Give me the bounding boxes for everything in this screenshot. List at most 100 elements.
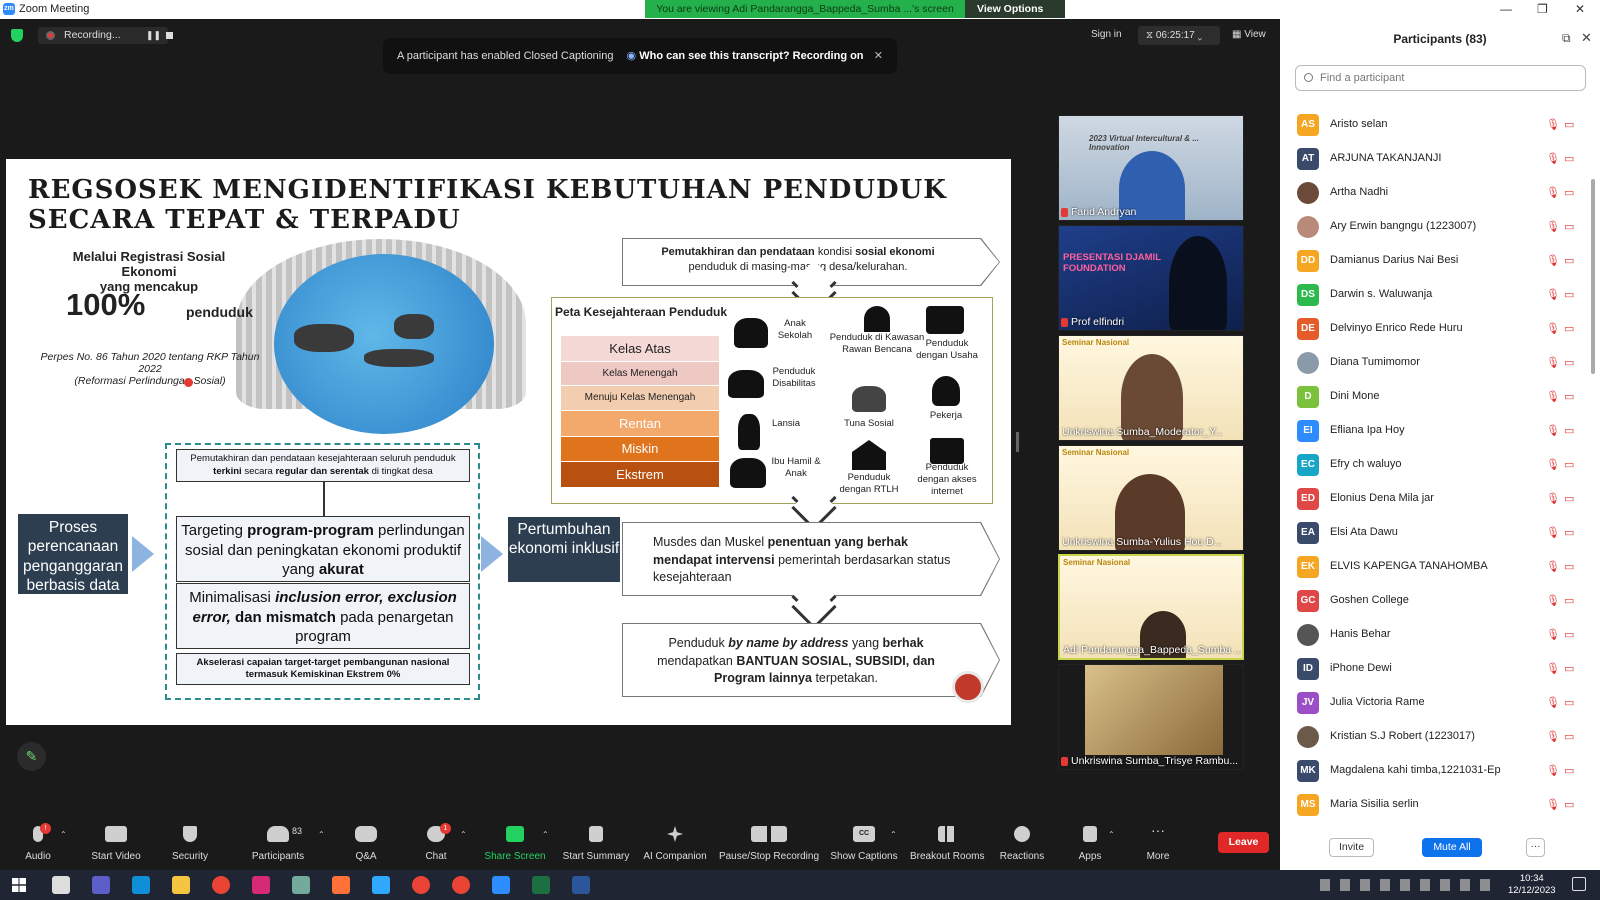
video-off-icon[interactable]: ▭ (1564, 764, 1578, 777)
taskbar-app-icon[interactable] (492, 876, 510, 894)
muted-mic-icon[interactable]: 🎙︎ (1546, 390, 1560, 403)
audio-options-caret[interactable]: ⌃ (58, 817, 70, 870)
muted-mic-icon[interactable]: 🎙︎ (1546, 424, 1560, 437)
security-shield-icon[interactable] (11, 29, 23, 42)
video-off-icon[interactable]: ▭ (1564, 254, 1578, 267)
video-off-icon[interactable]: ▭ (1564, 186, 1578, 199)
taskbar-app-icon[interactable] (372, 876, 390, 894)
participant-row[interactable]: MK Magdalena kahi timba,1221031-Ep 🎙︎ ▭ (1280, 754, 1590, 788)
more-button[interactable]: ··· More (1138, 817, 1178, 870)
participant-row[interactable]: D Dini Mone 🎙︎ ▭ (1280, 380, 1590, 414)
muted-mic-icon[interactable]: 🎙︎ (1546, 356, 1560, 369)
participant-row[interactable]: Artha Nadhi 🎙︎ ▭ (1280, 176, 1590, 210)
taskbar-app-icon[interactable] (332, 876, 350, 894)
view-options-button[interactable]: View Options ⌄ (965, 0, 1065, 33)
sign-in-link[interactable]: Sign in (1091, 29, 1122, 40)
video-off-icon[interactable]: ▭ (1564, 798, 1578, 811)
taskbar-app-icon[interactable] (572, 876, 590, 894)
video-off-icon[interactable]: ▭ (1564, 594, 1578, 607)
muted-mic-icon[interactable]: 🎙︎ (1546, 798, 1560, 811)
popout-icon[interactable]: ⧉ (1562, 31, 1571, 46)
video-tile[interactable]: PRESENTASI DJAMIL FOUNDATION Prof elfind… (1058, 225, 1244, 331)
video-off-icon[interactable]: ▭ (1564, 628, 1578, 641)
muted-mic-icon[interactable]: 🎙︎ (1546, 458, 1560, 471)
mute-all-button[interactable]: Mute All (1422, 838, 1482, 857)
video-off-icon[interactable]: ▭ (1564, 696, 1578, 709)
taskbar-app-icon[interactable] (172, 876, 190, 894)
breakout-rooms-button[interactable]: Breakout Rooms (910, 817, 984, 870)
taskbar-app-icon[interactable] (212, 876, 230, 894)
muted-mic-icon[interactable]: 🎙︎ (1546, 560, 1560, 573)
participant-row[interactable]: EA Elsi Ata Dawu 🎙︎ ▭ (1280, 516, 1590, 550)
muted-mic-icon[interactable]: 🎙︎ (1546, 662, 1560, 675)
video-tile[interactable]: Unkriswina Sumba_Trisye Rambu... (1058, 664, 1244, 770)
ai-companion-button[interactable]: AI Companion (640, 817, 710, 870)
muted-mic-icon[interactable]: 🎙︎ (1546, 220, 1560, 233)
video-off-icon[interactable]: ▭ (1564, 560, 1578, 573)
stop-recording-icon[interactable] (166, 32, 173, 39)
pause-stop-recording-button[interactable]: Pause/Stop Recording (718, 817, 820, 870)
participant-row[interactable]: EK ELVIS KAPENGA TANAHOMBA 🎙︎ ▭ (1280, 550, 1590, 584)
participant-row[interactable]: Diana Tumimomor 🎙︎ ▭ (1280, 346, 1590, 380)
muted-mic-icon[interactable]: 🎙︎ (1546, 526, 1560, 539)
qa-button[interactable]: Q&A (344, 817, 388, 870)
participant-row[interactable]: AT ARJUNA TAKANJANJI 🎙︎ ▭ (1280, 142, 1590, 176)
participant-row[interactable]: JV Julia Victoria Rame 🎙︎ ▭ (1280, 686, 1590, 720)
chat-options-caret[interactable]: ⌃ (458, 817, 470, 870)
participant-row[interactable]: EC Efry ch waluyo 🎙︎ ▭ (1280, 448, 1590, 482)
muted-mic-icon[interactable]: 🎙︎ (1546, 254, 1560, 267)
video-off-icon[interactable]: ▭ (1564, 322, 1578, 335)
captions-options-caret[interactable]: ⌃ (888, 817, 900, 870)
search-input[interactable]: Find a participant (1295, 65, 1586, 91)
scrollbar[interactable] (1591, 179, 1595, 374)
leave-button[interactable]: Leave (1218, 832, 1269, 853)
video-off-icon[interactable]: ▭ (1564, 220, 1578, 233)
video-tile[interactable]: 2023 Virtual Intercultural & ... Innovat… (1058, 115, 1244, 221)
close-icon[interactable]: ✕ (874, 38, 883, 74)
participant-row[interactable]: ID iPhone Dewi 🎙︎ ▭ (1280, 652, 1590, 686)
participant-row[interactable]: DD Damianus Darius Nai Besi 🎙︎ ▭ (1280, 244, 1590, 278)
pause-recording-icon[interactable]: ❚❚ (146, 27, 161, 44)
system-tray-icons[interactable] (1320, 879, 1490, 891)
taskbar-app-icon[interactable] (252, 876, 270, 894)
participant-row[interactable]: MS Maria Sisilia serlin 🎙︎ ▭ (1280, 788, 1590, 822)
video-off-icon[interactable]: ▭ (1564, 152, 1578, 165)
close-window-icon[interactable]: ✕ (1575, 2, 1585, 16)
muted-mic-icon[interactable]: 🎙︎ (1546, 118, 1560, 131)
video-off-icon[interactable]: ▭ (1564, 390, 1578, 403)
taskbar-clock[interactable]: 10:34 12/12/2023 (1508, 873, 1556, 897)
chat-button[interactable]: 1 Chat (416, 817, 456, 870)
video-off-icon[interactable]: ▭ (1564, 288, 1578, 301)
muted-mic-icon[interactable]: 🎙︎ (1546, 152, 1560, 165)
participant-row[interactable]: DS Darwin s. Waluwanja 🎙︎ ▭ (1280, 278, 1590, 312)
muted-mic-icon[interactable]: 🎙︎ (1546, 492, 1560, 505)
minimize-icon[interactable]: — (1500, 2, 1512, 16)
notification-icon[interactable] (1572, 877, 1586, 891)
more-options-button[interactable]: ··· (1526, 838, 1545, 857)
video-off-icon[interactable]: ▭ (1564, 526, 1578, 539)
muted-mic-icon[interactable]: 🎙︎ (1546, 322, 1560, 335)
annotate-pen-icon[interactable]: ✎ (17, 742, 46, 771)
participants-options-caret[interactable]: ⌃ (316, 817, 328, 870)
video-tile[interactable]: Seminar Nasional Unkriswina Sumba_Modera… (1058, 335, 1244, 441)
taskbar-app-icon[interactable] (452, 876, 470, 894)
video-tile-active-speaker[interactable]: Seminar Nasional Adi Pandarangga_Bappeda… (1058, 554, 1244, 660)
panel-resize-handle[interactable] (1016, 432, 1019, 452)
cc-transcript-link[interactable]: Who can see this transcript? Recording o… (639, 50, 863, 62)
security-button[interactable]: Security (165, 817, 215, 870)
reactions-button[interactable]: Reactions (996, 817, 1048, 870)
participants-button[interactable]: 83 Participants (246, 817, 310, 870)
taskbar-app-icon[interactable] (412, 876, 430, 894)
muted-mic-icon[interactable]: 🎙︎ (1546, 730, 1560, 743)
participant-row[interactable]: ED Elonius Dena Mila jar 🎙︎ ▭ (1280, 482, 1590, 516)
muted-mic-icon[interactable]: 🎙︎ (1546, 628, 1560, 641)
taskbar-app-icon[interactable] (52, 876, 70, 894)
video-off-icon[interactable]: ▭ (1564, 424, 1578, 437)
video-off-icon[interactable]: ▭ (1564, 730, 1578, 743)
meeting-timer[interactable]: ⧖ 06:25:17 ⌄ (1138, 26, 1220, 45)
invite-button[interactable]: Invite (1329, 838, 1374, 857)
muted-mic-icon[interactable]: 🎙︎ (1546, 696, 1560, 709)
maximize-icon[interactable]: ❐ (1537, 2, 1548, 16)
muted-mic-icon[interactable]: 🎙︎ (1546, 764, 1560, 777)
video-off-icon[interactable]: ▭ (1564, 356, 1578, 369)
